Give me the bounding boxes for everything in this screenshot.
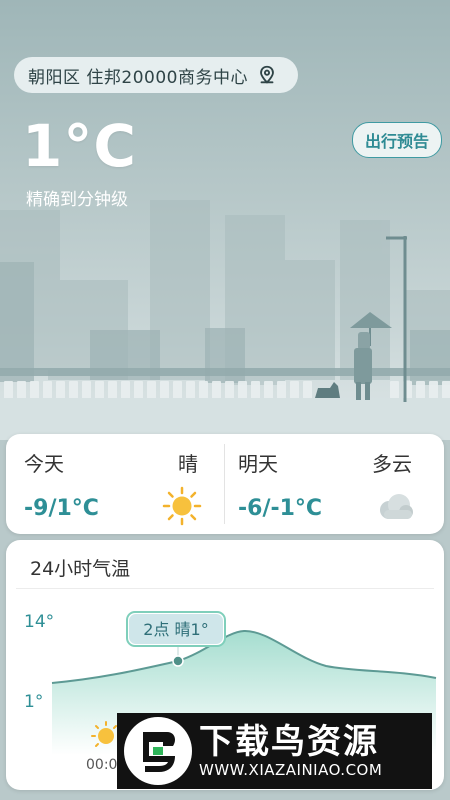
location-selector[interactable]: 朝阳区 住邦20000商务中心 xyxy=(14,57,298,93)
bird-logo-icon xyxy=(124,717,192,785)
day-name: 今天 xyxy=(24,452,64,476)
city-rain-illustration xyxy=(0,200,450,440)
location-label: 朝阳区 住邦20000商务中心 xyxy=(28,67,248,88)
today-forecast[interactable]: 今天 晴 -9/1°C xyxy=(6,434,216,534)
hour-label: 00:0 xyxy=(86,757,118,773)
temperature-range: -9/1°C xyxy=(24,496,99,521)
selected-point[interactable] xyxy=(172,655,184,667)
watermark-url: WWW.XIAZAINIAO.COM xyxy=(199,761,383,779)
cloud-icon xyxy=(380,494,413,519)
current-temperature: 1°C xyxy=(22,112,137,180)
precision-label: 精确到分钟级 xyxy=(26,190,128,210)
location-pin-icon xyxy=(260,65,274,84)
travel-forecast-button[interactable]: 出行预告 xyxy=(351,122,442,158)
daily-forecast-card: 今天 晴 -9/1°C 明天 多云 -6/-1°C xyxy=(6,434,444,534)
hourly-tooltip: 2点 晴1° xyxy=(126,611,226,647)
sun-icon xyxy=(162,486,202,526)
day-name: 明天 xyxy=(238,452,278,476)
watermark-banner: 下载鸟资源 WWW.XIAZAINIAO.COM xyxy=(117,713,432,789)
temperature-range: -6/-1°C xyxy=(238,496,323,521)
weather-hero: 朝阳区 住邦20000商务中心 1°C 精确到分钟级 出行预告 xyxy=(0,0,450,440)
day-condition: 多云 xyxy=(372,452,412,476)
tomorrow-forecast[interactable]: 明天 多云 -6/-1°C xyxy=(220,434,430,534)
day-condition: 晴 xyxy=(178,452,198,476)
watermark-brand: 下载鸟资源 xyxy=(199,722,379,762)
svg-text:2点 晴1°: 2点 晴1° xyxy=(143,620,208,639)
